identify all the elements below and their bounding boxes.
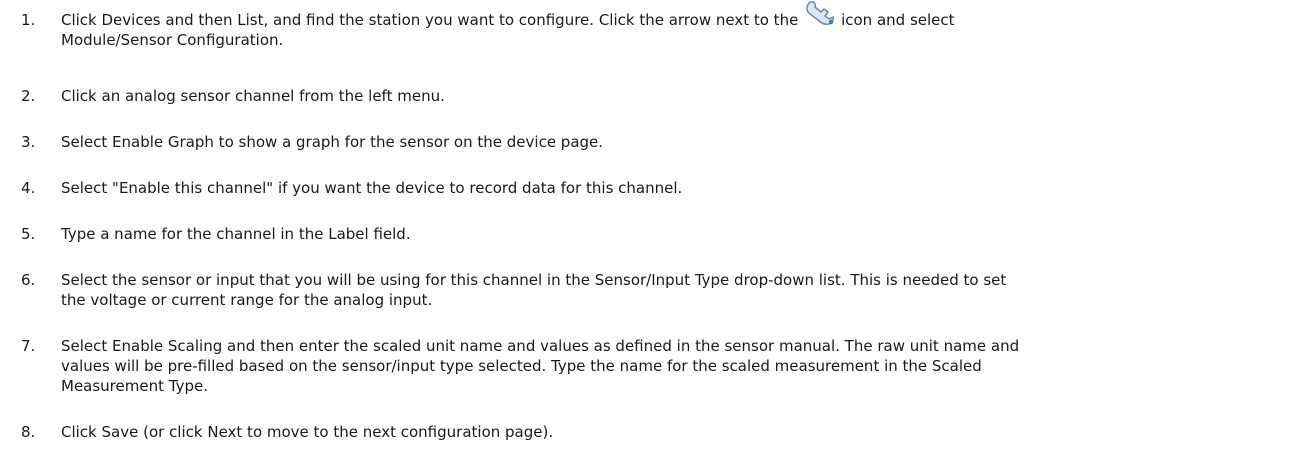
- step-number: 7.: [21, 337, 36, 355]
- step-text: Click Devices and then List, and find th…: [61, 1, 1281, 50]
- step-number: 6.: [21, 271, 36, 289]
- step-number: 4.: [21, 179, 36, 197]
- step-line: Click Save (or click Next to move to the…: [61, 423, 554, 441]
- step-line: the voltage or current range for the ana…: [61, 291, 433, 309]
- step-line: Click Devices and then List, and find th…: [61, 1, 1281, 30]
- step-text: Type a name for the channel in the Label…: [61, 224, 1281, 244]
- step-text-segment: icon and select: [841, 11, 955, 29]
- step-number: 3.: [21, 133, 36, 151]
- step-line: Click an analog sensor channel from the …: [61, 87, 445, 105]
- wrench-icon: [803, 1, 841, 30]
- step-line: Measurement Type.: [61, 377, 208, 395]
- step-line: Select Enable Graph to show a graph for …: [61, 133, 604, 151]
- step-text: Select the sensor or input that you will…: [61, 270, 1281, 310]
- step-line: Select the sensor or input that you will…: [61, 271, 1007, 289]
- step-line: values will be pre-filled based on the s…: [61, 357, 982, 375]
- step-text: Click Save (or click Next to move to the…: [61, 422, 1281, 442]
- step-text: Click an analog sensor channel from the …: [61, 86, 1281, 106]
- step-number: 5.: [21, 225, 36, 243]
- step-line: Select "Enable this channel" if you want…: [61, 179, 683, 197]
- step-number: 2.: [21, 87, 36, 105]
- step-number: 1.: [21, 11, 36, 29]
- step-line: Select Enable Scaling and then enter the…: [61, 337, 1020, 355]
- step-text-segment: Click Devices and then List, and find th…: [61, 11, 799, 29]
- step-line: Type a name for the channel in the Label…: [61, 225, 411, 243]
- step-line: Module/Sensor Configuration.: [61, 31, 284, 49]
- step-number: 8.: [21, 423, 36, 441]
- step-text: Select Enable Graph to show a graph for …: [61, 132, 1281, 152]
- step-text: Select Enable Scaling and then enter the…: [61, 336, 1281, 396]
- step-text: Select "Enable this channel" if you want…: [61, 178, 1281, 198]
